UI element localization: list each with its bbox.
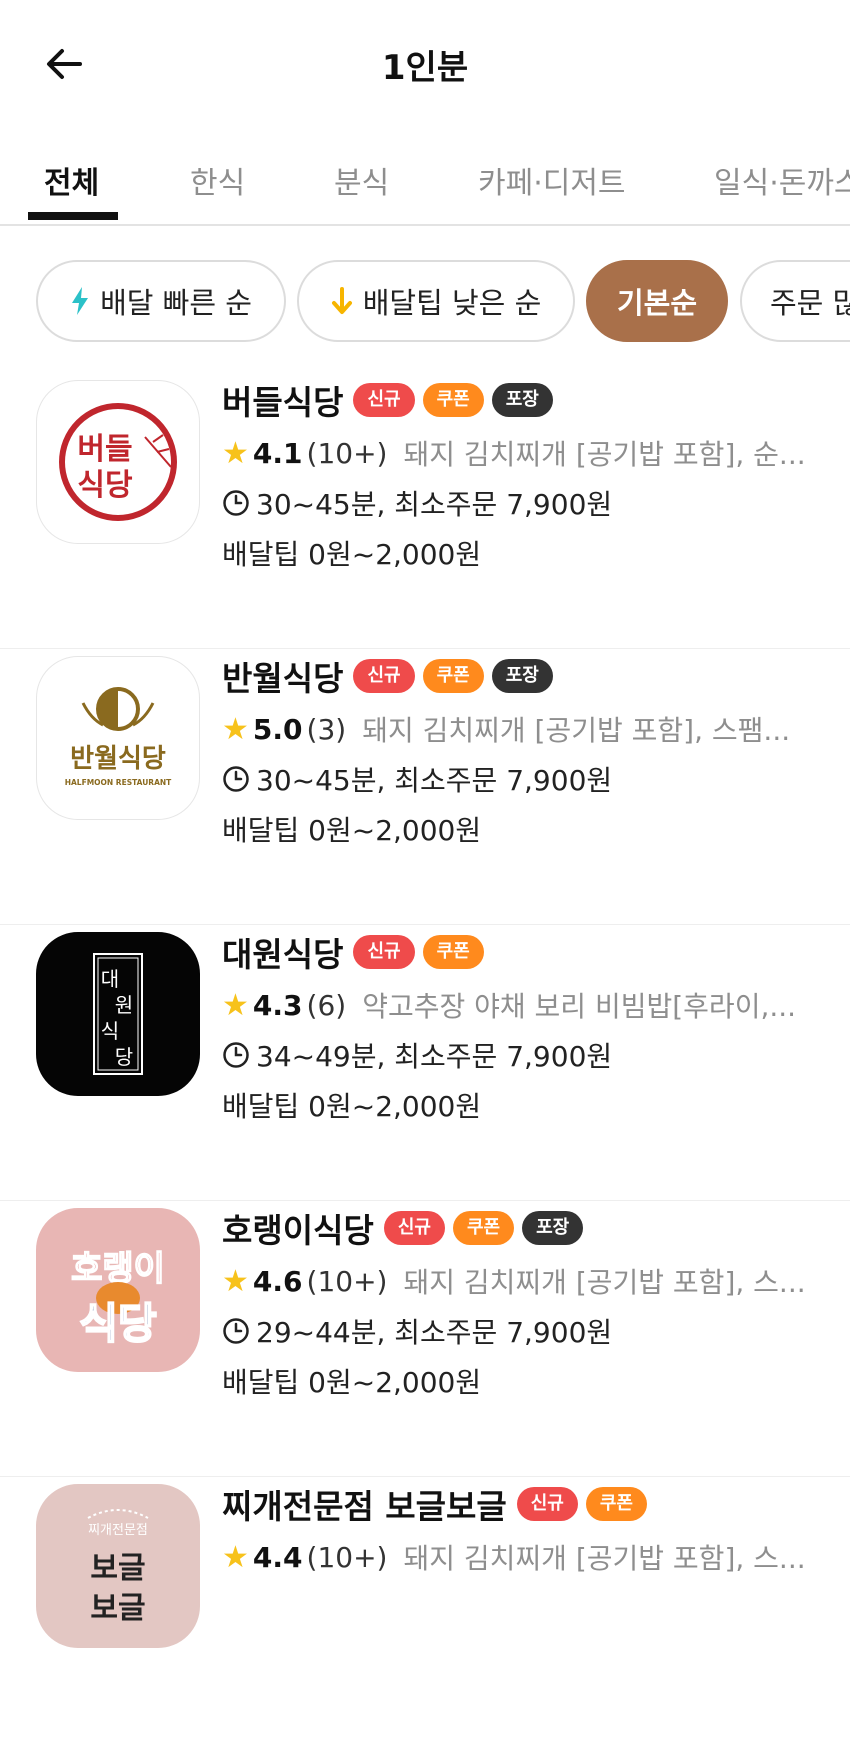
clock-icon (222, 489, 250, 517)
menu-preview: 돼지 김치찌개 [공기밥 포함], 스팸... (362, 714, 791, 747)
restaurant-name: 호랭이식당 (222, 1211, 374, 1250)
svg-text:원: 원 (115, 993, 133, 1017)
page-title: 1인분 (381, 48, 469, 88)
new-badge: 신규 (353, 935, 415, 969)
sort-most-ordered-chip[interactable]: 주문 많은 순 (740, 260, 850, 342)
review-count: (10+) (306, 1264, 388, 1298)
clock-icon (222, 1041, 250, 1069)
restaurant-item[interactable]: 호랭이 식당 호랭이식당 신규 쿠폰 포장 ★ 4.6 (10+) 돼지 김치찌… (0, 1200, 850, 1477)
clock-icon (222, 1317, 250, 1345)
rating: 4.6 (252, 1264, 303, 1298)
delivery-time-min-order: 30~45분, 최소주문 7,900원 (256, 764, 613, 797)
tab-cafe-dessert[interactable]: 카페·디저트 (478, 158, 626, 202)
new-badge: 신규 (353, 659, 415, 693)
svg-text:버들: 버들 (77, 432, 132, 467)
new-badge: 신규 (353, 383, 415, 417)
logo-image: 호랭이 식당 (70, 1248, 165, 1349)
sort-fast-delivery-chip[interactable]: 배달 빠른 순 (36, 260, 286, 342)
delivery-time-min-order: 30~45분, 최소주문 7,900원 (256, 488, 613, 521)
tab-all[interactable]: 전체 (44, 158, 99, 202)
restaurant-name: 대원식당 (222, 935, 344, 974)
logo-image: 반월식당 HALFMOON RESTAURANT (65, 687, 172, 787)
delivery-time-min-order: 34~49분, 최소주문 7,900원 (256, 1040, 613, 1073)
sort-default-chip[interactable]: 기본순 (586, 260, 728, 342)
app-header: 1인분 (0, 0, 850, 130)
coupon-badge: 쿠폰 (422, 935, 484, 969)
review-count: (10+) (306, 436, 388, 470)
chip-label: 배달팁 낮은 순 (362, 286, 542, 320)
svg-text:보글: 보글 (90, 1591, 145, 1626)
menu-preview: 돼지 김치찌개 [공기밥 포함], 순... (403, 438, 806, 471)
delivery-tip: 배달팁 0원~2,000원 (222, 814, 482, 847)
restaurant-item[interactable]: 대 원 식 당 대원식당 신규 쿠폰 ★ 4.3 (6) 약고추장 야채 보리 … (0, 924, 850, 1201)
menu-preview: 약고추장 야채 보리 비빔밥[후라이,... (362, 990, 797, 1023)
new-badge: 신규 (516, 1487, 578, 1521)
tab-japanese[interactable]: 일식·돈까스 (714, 158, 850, 202)
svg-text:반월식당: 반월식당 (70, 744, 166, 774)
restaurant-item[interactable]: 찌개전문점 보글 보글 찌개전문점 보글보글 신규 쿠폰 ★ 4.4 (10+)… (0, 1476, 850, 1752)
coupon-badge: 쿠폰 (422, 383, 484, 417)
clock-icon (222, 765, 250, 793)
svg-text:대: 대 (101, 967, 119, 991)
svg-text:보글: 보글 (90, 1551, 145, 1586)
coupon-badge: 쿠폰 (452, 1211, 515, 1245)
star-icon: ★ (222, 435, 249, 471)
restaurant-item[interactable]: 버들 식당 버들식당 신규 쿠폰 포장 ★ 4.1 (10+) 돼지 김치찌개 … (0, 372, 850, 649)
svg-text:식: 식 (101, 1019, 119, 1043)
svg-text:식당: 식당 (77, 468, 133, 503)
logo-image: 찌개전문점 보글 보글 (87, 1509, 149, 1626)
star-icon: ★ (222, 1263, 249, 1299)
restaurant-logo: 호랭이 식당 (36, 1208, 200, 1372)
delivery-time-min-order: 29~44분, 최소주문 7,900원 (256, 1316, 613, 1349)
svg-text:HALFMOON RESTAURANT: HALFMOON RESTAURANT (65, 778, 172, 787)
takeout-badge: 포장 (491, 383, 553, 417)
review-count: (10+) (306, 1540, 388, 1574)
star-icon: ★ (222, 711, 249, 747)
star-icon: ★ (222, 1539, 249, 1575)
sort-chips: 배달 빠른 순 배달팁 낮은 순 기본순 주문 많은 순 (0, 258, 850, 348)
coupon-badge: 쿠폰 (422, 659, 484, 693)
tab-snack[interactable]: 분식 (334, 158, 389, 202)
rating: 4.1 (252, 436, 303, 470)
review-count: (3) (306, 712, 347, 746)
takeout-badge: 포장 (522, 1211, 584, 1245)
category-tabs: 전체 한식 분식 카페·디저트 일식·돈까스 (0, 140, 850, 226)
new-badge: 신규 (383, 1211, 445, 1245)
svg-text:식당: 식당 (79, 1299, 156, 1348)
star-icon: ★ (222, 987, 249, 1023)
chip-label: 배달 빠른 순 (100, 286, 252, 320)
restaurant-name: 반월식당 (222, 659, 344, 698)
takeout-badge: 포장 (491, 659, 553, 693)
restaurant-name: 버들식당 (222, 383, 344, 422)
rating: 5.0 (252, 712, 303, 746)
restaurant-logo: 찌개전문점 보글 보글 (36, 1484, 200, 1648)
restaurant-name: 찌개전문점 보글보글 (222, 1487, 507, 1526)
rating: 4.4 (252, 1540, 303, 1574)
menu-preview: 돼지 김치찌개 [공기밥 포함], 스... (403, 1542, 806, 1575)
restaurant-logo: 반월식당 HALFMOON RESTAURANT (36, 656, 200, 820)
svg-text:당: 당 (115, 1045, 133, 1069)
menu-preview: 돼지 김치찌개 [공기밥 포함], 스... (403, 1266, 806, 1299)
rating: 4.3 (252, 988, 303, 1022)
svg-text:찌개전문점: 찌개전문점 (88, 1523, 148, 1538)
sort-low-tip-chip[interactable]: 배달팁 낮은 순 (297, 260, 575, 342)
restaurant-logo: 버들 식당 (36, 380, 200, 544)
delivery-tip: 배달팁 0원~2,000원 (222, 1366, 482, 1399)
coupon-badge: 쿠폰 (585, 1487, 647, 1521)
tab-korean[interactable]: 한식 (190, 158, 245, 202)
restaurant-logo: 대 원 식 당 (36, 932, 200, 1096)
delivery-tip: 배달팁 0원~2,000원 (222, 1090, 482, 1123)
chip-label: 주문 많은 순 (770, 286, 850, 320)
logo-image: 대 원 식 당 (93, 953, 143, 1075)
arrow-down-icon (331, 286, 353, 316)
restaurant-item[interactable]: 반월식당 HALFMOON RESTAURANT 반월식당 신규 쿠폰 포장 ★… (0, 648, 850, 925)
chip-label: 기본순 (616, 286, 698, 320)
review-count: (6) (306, 988, 347, 1022)
delivery-tip: 배달팁 0원~2,000원 (222, 538, 482, 571)
active-tab-indicator (28, 212, 118, 220)
lightning-icon (70, 286, 90, 316)
logo-image: 버들 식당 (59, 403, 177, 521)
